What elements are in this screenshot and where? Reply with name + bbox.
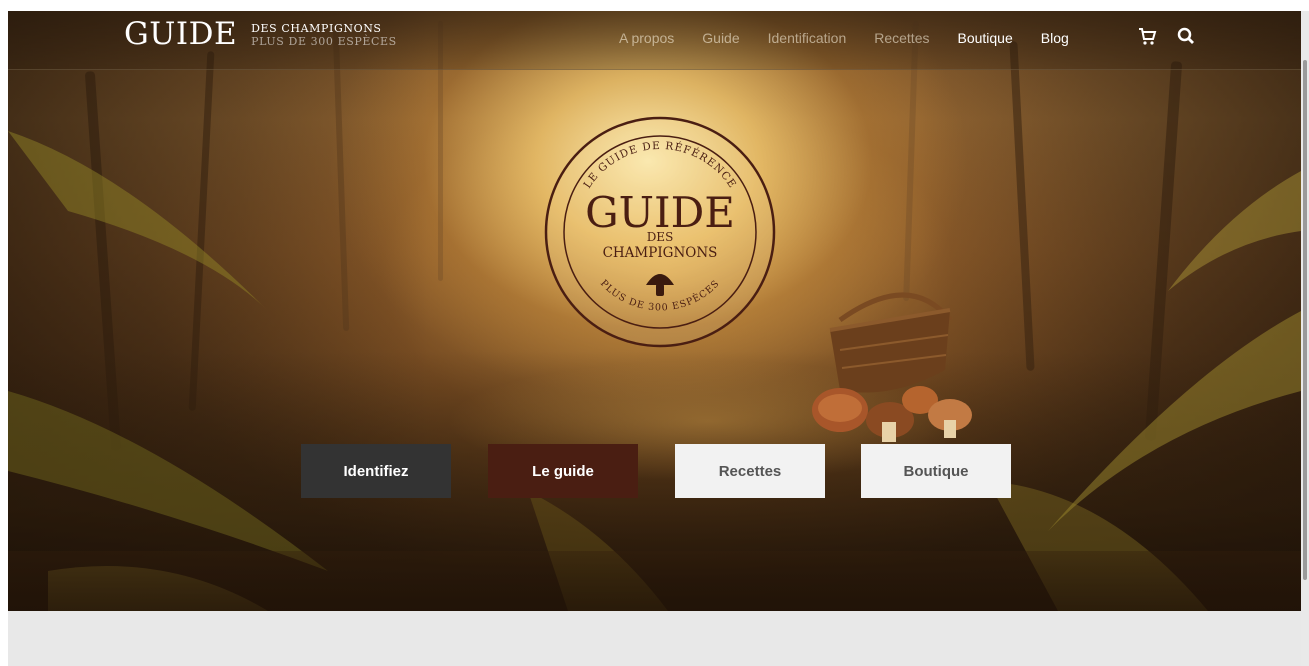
nav-link-blog[interactable]: Blog — [1041, 30, 1069, 46]
mushroom-basket-image — [812, 292, 972, 442]
logo-wordmark: GUIDE — [124, 16, 238, 52]
search-icon[interactable] — [1176, 26, 1196, 46]
guide-emblem-logo: LE GUIDE DE RÉFÉRENCE GUIDE DES CHAMPIGN… — [544, 116, 776, 348]
recipes-button[interactable]: Recettes — [675, 444, 825, 498]
emblem-des: DES — [647, 230, 674, 244]
guide-button[interactable]: Le guide — [488, 444, 638, 498]
logo-subtitle-line1: DES CHAMPIGNONS — [251, 22, 382, 35]
logo-subtitle: DES CHAMPIGNONS PLUS DE 300 ESPÈCES — [251, 22, 397, 49]
scrollbar-thumb[interactable] — [1303, 60, 1307, 580]
nav-link-boutique[interactable]: Boutique — [957, 30, 1012, 46]
shop-button[interactable]: Boutique — [861, 444, 1011, 498]
emblem-champignons: CHAMPIGNONS — [603, 245, 718, 261]
nav-link-a-propos[interactable]: A propos — [619, 30, 674, 46]
cart-icon[interactable] — [1137, 26, 1157, 46]
page: LE GUIDE DE RÉFÉRENCE GUIDE DES CHAMPIGN… — [0, 0, 1309, 666]
nav-link-guide[interactable]: Guide — [702, 30, 739, 46]
nav-link-recettes[interactable]: Recettes — [874, 30, 929, 46]
logo-subtitle-line2: PLUS DE 300 ESPÈCES — [251, 35, 397, 48]
main-nav: A propos Guide Identification Recettes B… — [619, 30, 1097, 46]
site-logo[interactable]: GUIDE DES CHAMPIGNONS PLUS DE 300 ESPÈCE… — [124, 18, 397, 50]
content-section — [8, 611, 1301, 666]
identify-button[interactable]: Identifiez — [301, 444, 451, 498]
nav-link-identification[interactable]: Identification — [768, 30, 847, 46]
